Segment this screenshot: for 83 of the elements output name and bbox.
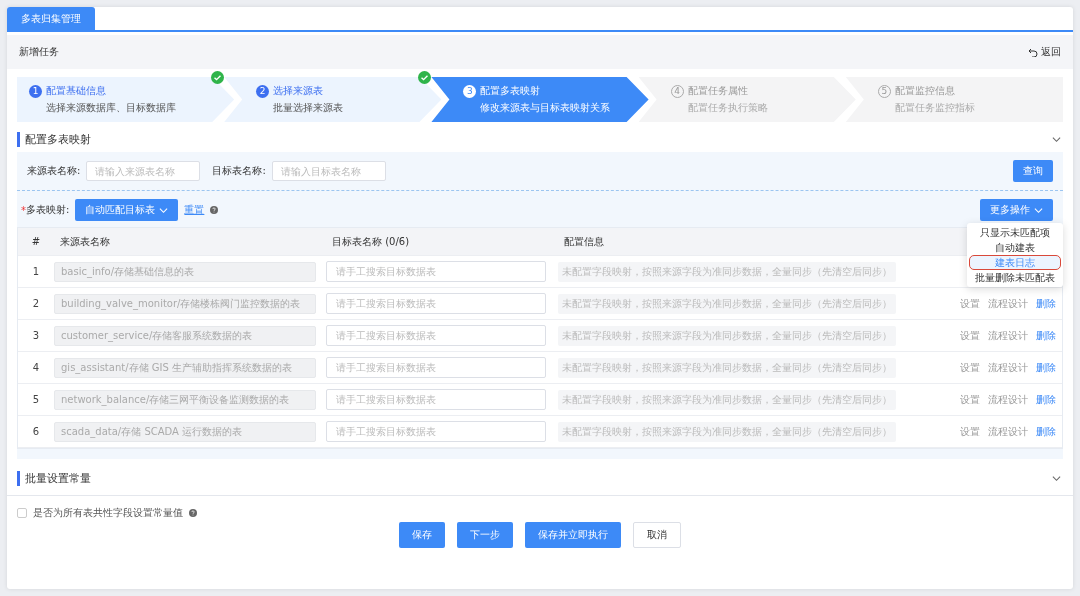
target-table-field[interactable]: 请手工搜索目标数据表 [326, 261, 546, 282]
row-action-link[interactable]: 设置 [960, 328, 980, 343]
source-table-cell: building_valve_monitor/存储楼栋阀门监控数据的表 [54, 293, 316, 314]
row-number: 1 [31, 266, 41, 277]
step-title: 配置任务属性 [687, 84, 748, 98]
help-icon [189, 509, 197, 517]
section-title: 配置多表映射 [17, 131, 91, 147]
source-table-cell: customer_service/存储客服系统数据的表 [54, 325, 316, 346]
row-number: 3 [31, 330, 41, 341]
chevron-icon[interactable] [1052, 473, 1061, 483]
row-action-link[interactable]: 删除 [1036, 296, 1056, 311]
step-subtitle: 配置任务执行策略 [687, 101, 769, 115]
step-subtitle: 配置任务监控指标 [894, 101, 976, 115]
row-action-link[interactable]: 设置 [960, 360, 980, 375]
target-table-field[interactable]: 请手工搜索目标数据表 [326, 357, 546, 378]
menu-item[interactable]: 自动建表 [969, 240, 1061, 255]
required-mark: * [21, 204, 26, 216]
source-table-cell: scada_data/存储 SCADA 运行数据的表 [54, 421, 316, 442]
row-action-link[interactable]: 删除 [1036, 392, 1056, 407]
source-table-cell: basic_info/存储基础信息的表 [54, 261, 316, 282]
checkbox[interactable] [17, 508, 27, 518]
undo-icon [1028, 47, 1038, 57]
row-number: 4 [31, 362, 41, 373]
target-table-field[interactable]: 请手工搜索目标数据表 [326, 325, 546, 346]
footer-button[interactable]: 取消 [633, 522, 681, 548]
section-title: 批量设置常量 [17, 470, 91, 486]
step-number: 2 [256, 84, 270, 98]
menu-item[interactable]: 只显示未匹配项 [969, 225, 1061, 240]
row-action-link[interactable]: 流程设计 [988, 392, 1028, 407]
search-field[interactable]: 请输入目标表名称 [271, 161, 386, 181]
menu-item[interactable]: 建表日志 [969, 255, 1061, 270]
help-icon [210, 206, 219, 214]
column-header: 目标表名称 (0/6) [331, 234, 411, 249]
row-action-link[interactable]: 删除 [1036, 424, 1056, 439]
menu-item[interactable]: 批量删除未匹配表 [969, 270, 1061, 285]
column-header: 配置信息 [563, 234, 605, 249]
row-action-link[interactable]: 流程设计 [988, 360, 1028, 375]
check-icon [418, 71, 432, 84]
filter-label: 目标表名称: [212, 164, 266, 178]
footer-button[interactable]: 保存并立即执行 [525, 522, 621, 548]
step-title: 配置监控信息 [894, 84, 955, 98]
footer-button[interactable]: 下一步 [457, 522, 513, 548]
row-number: 6 [31, 426, 41, 437]
back-link[interactable]: 返回 [1028, 45, 1061, 59]
checkbox-label: 是否为所有表共性字段设置常量值 [33, 506, 183, 520]
row-action-link[interactable]: 删除 [1036, 328, 1056, 343]
column-header: # [30, 236, 42, 247]
query-button[interactable]: 查询 [1013, 160, 1053, 182]
row-action-link[interactable]: 流程设计 [988, 424, 1028, 439]
footer-button[interactable]: 保存 [399, 522, 445, 548]
step-subtitle: 选择来源数据库、目标数据库 [46, 101, 177, 115]
source-table-cell: network_balance/存储三网平衡设备监测数据的表 [54, 389, 316, 410]
target-table-field[interactable]: 请手工搜索目标数据表 [326, 421, 546, 442]
reset-link[interactable]: 重置 [184, 203, 205, 217]
step-title: 配置基础信息 [46, 84, 106, 98]
step-title: 配置多表映射 [480, 84, 541, 98]
tab[interactable]: 多表归集管理 [7, 7, 95, 30]
chevron-icon [159, 205, 169, 215]
row-number: 2 [31, 298, 41, 309]
chevron-icon[interactable] [1052, 134, 1061, 144]
step-subtitle: 修改来源表与目标表映射关系 [480, 101, 612, 115]
check-icon [211, 71, 225, 84]
filter-label: 来源表名称: [27, 164, 81, 178]
column-header: 来源表名称 [59, 234, 111, 249]
row-number: 5 [31, 394, 41, 405]
target-table-field[interactable]: 请手工搜索目标数据表 [326, 389, 546, 410]
step-number: 1 [29, 84, 42, 98]
row-action-link[interactable]: 设置 [960, 392, 980, 407]
row-action-link[interactable]: 设置 [960, 296, 980, 311]
step-number: 3 [463, 84, 477, 98]
row-action-link[interactable]: 流程设计 [988, 328, 1028, 343]
row-action-link[interactable]: 流程设计 [988, 296, 1028, 311]
source-table-cell: gis_assistant/存储 GIS 生产辅助指挥系统数据的表 [54, 357, 316, 378]
target-table-field[interactable]: 请手工搜索目标数据表 [326, 293, 546, 314]
chevron-icon [1034, 205, 1043, 215]
row-action-link[interactable]: 删除 [1036, 360, 1056, 375]
step-title: 选择来源表 [273, 84, 324, 98]
page-title: 新增任务 [19, 45, 59, 59]
more-actions-button[interactable]: 更多操作 [980, 199, 1053, 221]
step-subtitle: 批量选择来源表 [273, 101, 345, 115]
auto-match-button[interactable]: 自动匹配目标表 [75, 199, 179, 221]
mapping-label: 多表映射: [26, 203, 70, 217]
row-action-link[interactable]: 设置 [960, 424, 980, 439]
